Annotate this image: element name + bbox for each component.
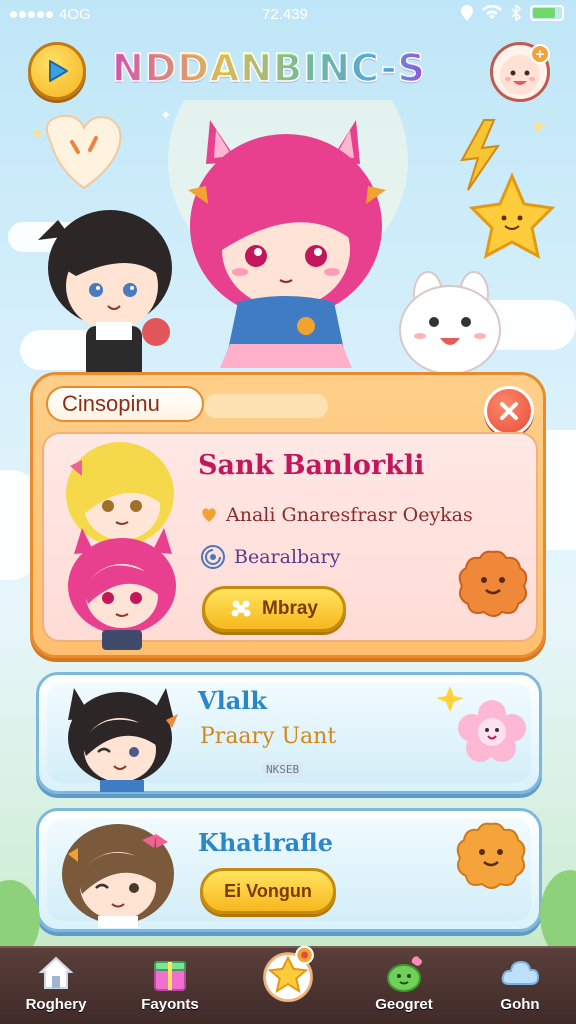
character-browngirl-portrait	[62, 824, 174, 928]
adopt-button[interactable]: Mbray	[202, 586, 346, 632]
game-title: NDDANBINC-S	[111, 45, 426, 91]
khatlrafle-button[interactable]: Ei Vongun	[200, 868, 336, 914]
khatlrafle-card-title: Khatlrafle	[198, 828, 333, 857]
swirl-icon	[201, 545, 225, 569]
character-bunny	[399, 271, 501, 375]
lightning-icon	[460, 119, 501, 191]
slime-icon	[387, 956, 422, 992]
nav-label-gifts: Fayonts	[141, 996, 199, 1013]
svg-text:✦: ✦	[530, 115, 547, 139]
character-catboy-portrait	[68, 688, 178, 792]
heart-icon	[202, 508, 216, 522]
walk-card-tag: NKSEB	[262, 762, 304, 777]
panel-tab-label[interactable]: Cinsopinu	[46, 386, 204, 422]
nav-label-home: Roghery	[25, 996, 87, 1013]
adopt-button-label: Mbray	[262, 598, 318, 619]
nav-item-home[interactable]: Roghery	[6, 952, 106, 1020]
cookie-mascot-icon	[458, 550, 528, 617]
wifi-icon	[482, 5, 502, 19]
walk-card-title: Vlalk	[198, 686, 268, 715]
walk-card-subtitle: Praary Uant	[200, 724, 337, 749]
portrait-pinkcat	[68, 528, 176, 650]
detail-text: Anali Gnaresfrasr Oeykas	[226, 504, 473, 526]
status-bar: 4OG 72.439	[0, 0, 576, 30]
nav-item-cloud[interactable]: Gohn	[470, 952, 570, 1020]
tag-text: Bearalbary	[234, 546, 341, 568]
character-girl-main	[188, 120, 386, 368]
home-icon	[38, 956, 74, 989]
cloud-icon	[501, 960, 540, 985]
paw-icon	[231, 600, 251, 617]
nav-item-slime[interactable]: Geogret	[354, 952, 454, 1020]
character-boy	[38, 210, 172, 380]
battery-icon	[530, 5, 564, 21]
hero-scene: ✦ ✦ ✦	[0, 40, 576, 380]
close-button[interactable]	[484, 386, 534, 436]
status-right	[461, 5, 564, 21]
signal-icon	[10, 11, 53, 18]
nav-item-gifts[interactable]: Fayonts	[120, 952, 220, 1020]
nav-label-slime: Geogret	[375, 996, 433, 1013]
star-mascot-icon	[263, 945, 314, 1002]
hero-characters: ✦ ✦ ✦	[30, 40, 556, 380]
flower-mascot-icon	[436, 686, 526, 762]
khatlrafle-button-label: Ei Vongun	[224, 880, 312, 901]
close-icon	[500, 402, 518, 420]
bluetooth-icon	[511, 5, 521, 21]
location-icon	[461, 5, 473, 21]
cookie-mascot-icon	[456, 822, 526, 889]
character-portraits	[66, 442, 176, 650]
nav-item-center[interactable]	[238, 944, 338, 1012]
panel-tab-bar	[204, 394, 328, 418]
status-time: 72.439	[262, 6, 308, 23]
star-mascot-icon	[468, 172, 556, 259]
character-name: Sank Banlorkli	[198, 450, 425, 481]
heart-bubble-icon	[46, 114, 122, 190]
svg-text:✦: ✦	[160, 108, 172, 124]
character-detail-line: Anali Gnaresfrasr Oeykas	[200, 504, 473, 526]
carrier-label: 4OG	[59, 6, 91, 23]
profile-badge: +	[530, 44, 550, 64]
play-button[interactable]	[28, 42, 86, 100]
gift-icon	[154, 961, 186, 991]
play-icon	[49, 60, 68, 82]
svg-text:✦: ✦	[30, 124, 45, 145]
nav-label-cloud: Gohn	[500, 996, 540, 1013]
status-left: 4OG	[10, 6, 91, 23]
character-tag-line: Bearalbary	[200, 544, 340, 570]
